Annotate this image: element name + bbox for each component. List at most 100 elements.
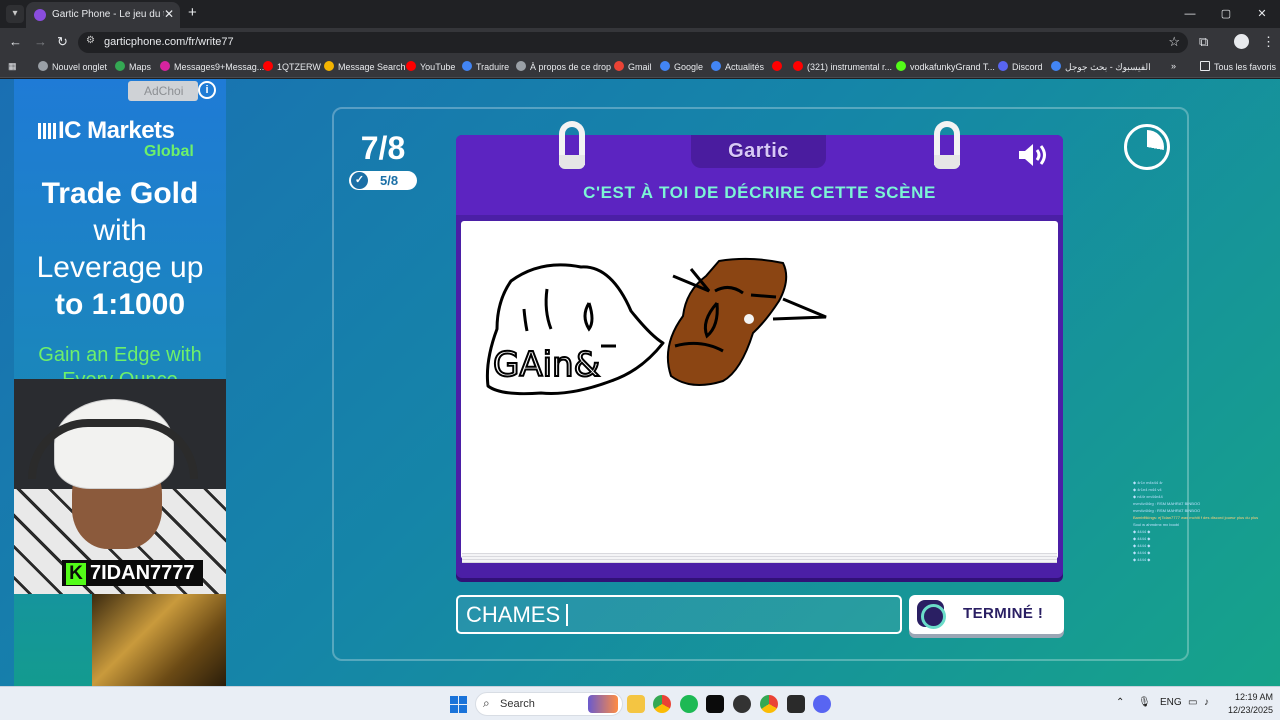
url-text[interactable]: garticphone.com/fr/write77 — [104, 36, 234, 48]
ad-brand-sub: Global — [144, 143, 194, 160]
taskbar-clock[interactable]: 12:19 AM 12/23/2025 — [1223, 691, 1273, 717]
gartic-logo: Gartic — [691, 135, 826, 168]
tray-overflow-icon[interactable]: ⌃ — [1116, 697, 1124, 708]
description-input-box[interactable] — [456, 595, 902, 634]
discord-icon[interactable] — [813, 695, 831, 713]
restore-button[interactable]: ▢ — [1208, 0, 1244, 28]
chat-line: ◆ 4r1v m4x44 4r — [1133, 480, 1163, 485]
bookmark-item[interactable] — [772, 61, 786, 72]
players-done-count: 5/8 — [380, 173, 399, 188]
bookmark-item[interactable]: الفيسبوك - بحث جوجل — [1051, 61, 1151, 73]
chat-line: ◆ 4444 ◆ — [1133, 543, 1151, 548]
bookmark-item[interactable]: Maps — [115, 61, 151, 72]
chat-line: nvm4v4l4rg : RSM MAHRAT BINBOO — [1133, 508, 1201, 513]
minimize-button[interactable]: — — [1172, 0, 1208, 28]
bookmark-item[interactable]: Messages9+Messag... — [160, 61, 264, 72]
bookmark-favicon-icon — [660, 61, 670, 71]
chat-line: nvm4v4l4rg : RSM MAHRAT BINBOO — [1133, 501, 1201, 506]
browser-tab-bar: ▾ Gartic Phone - Le jeu du télépho... ✕ … — [0, 0, 1280, 28]
bookmark-item[interactable]: Actualités — [711, 61, 764, 72]
kick-logo-icon: K — [66, 563, 86, 585]
all-favorites-folder[interactable]: Tous les favoris — [1200, 61, 1276, 72]
language-indicator[interactable]: ENG — [1160, 697, 1182, 708]
drawing-image: GAin& — [485, 257, 827, 396]
browser-toolbar: ← → ↻ ⚙ garticphone.com/fr/write77 ☆ ⧉ ⋮ — [0, 28, 1280, 56]
forward-button[interactable]: → — [34, 34, 47, 49]
binder-ring-icon — [934, 121, 960, 169]
bookmark-favicon-icon — [998, 61, 1008, 71]
browser-tab-gartic[interactable]: Gartic Phone - Le jeu du télépho... ✕ — [26, 2, 180, 28]
network-icon[interactable]: ▭ — [1188, 697, 1197, 708]
description-input[interactable] — [466, 601, 886, 629]
windows-start-icon[interactable] — [450, 696, 467, 713]
window-controls: — ▢ ✕ — [1172, 0, 1280, 28]
round-counter: 7/8 — [360, 130, 406, 166]
new-tab-button[interactable]: + — [188, 4, 197, 21]
close-window-button[interactable]: ✕ — [1244, 0, 1280, 28]
chat-line: ◆ 4444 ◆ — [1133, 550, 1151, 555]
bookmark-item[interactable]: Google — [660, 61, 703, 72]
bookmark-star-icon[interactable]: ☆ — [1168, 34, 1180, 50]
ad-brand-logo: IC Markets — [38, 117, 175, 145]
bookmark-item[interactable]: Traduire — [462, 61, 509, 72]
bookmark-favicon-icon — [793, 61, 803, 71]
address-bar[interactable]: ⚙ garticphone.com/fr/write77 ☆ — [78, 32, 1188, 53]
profile-avatar[interactable] — [1234, 34, 1249, 49]
speaker-icon[interactable] — [1017, 142, 1051, 168]
bookmark-favicon-icon — [1051, 61, 1061, 71]
bookmark-item[interactable]: (321) instrumental r... — [793, 61, 892, 72]
spotify-icon[interactable] — [680, 695, 698, 713]
done-button[interactable]: TERMINÉ ! — [909, 595, 1064, 634]
tab-close-icon[interactable]: ✕ — [164, 7, 174, 21]
folder-icon — [1200, 61, 1210, 71]
ad-info-icon[interactable]: i — [198, 81, 216, 99]
kick-icon[interactable] — [706, 695, 724, 713]
gartic-favicon-icon — [34, 9, 46, 21]
bookmark-item[interactable]: À propos de ce drop — [516, 61, 611, 72]
bookmark-item[interactable]: Nouvel onglet — [38, 61, 107, 72]
search-icon: ⌕ — [483, 696, 490, 710]
epic-games-icon[interactable] — [787, 695, 805, 713]
browser-menu-icon[interactable]: ⋮ — [1262, 34, 1275, 50]
webcam-headphones — [28, 419, 198, 479]
svg-text:GAin&: GAin& — [493, 345, 600, 385]
bookmark-favicon-icon — [516, 61, 526, 71]
site-info-icon[interactable]: ⚙ — [86, 35, 95, 46]
bookmarks-bar: ▦ Nouvel onglet Maps Messages9+Messag...… — [0, 56, 1280, 78]
tab-search-chevron-icon[interactable]: ▾ — [6, 5, 24, 23]
widget-game-icon[interactable] — [588, 695, 618, 713]
check-circle-icon: ✓ — [351, 172, 368, 189]
chrome-icon[interactable] — [653, 695, 671, 713]
chrome-active-icon[interactable] — [760, 695, 778, 713]
players-done-badge: ✓ 5/8 — [349, 171, 417, 190]
ad-menu-icon[interactable]: ⋮ — [220, 81, 226, 99]
extensions-icon[interactable]: ⧉ — [1199, 34, 1208, 50]
drawing-canvas: GAin& — [461, 221, 1058, 559]
card-instruction: C'EST À TOI DE DÉCRIRE CETTE SCÈNE — [583, 183, 936, 202]
advertisement[interactable]: AdChoi i ⋮ IC Markets Global Trade Gold … — [14, 79, 226, 686]
chat-line: ◆ 4444 ◆ — [1133, 536, 1151, 541]
text-caret — [566, 604, 568, 626]
file-explorer-icon[interactable] — [627, 695, 645, 713]
bookmark-favicon-icon — [462, 61, 472, 71]
gartic-page: AdChoi i ⋮ IC Markets Global Trade Gold … — [0, 79, 1280, 686]
bookmark-item[interactable]: YouTube — [406, 61, 455, 72]
bookmark-item[interactable]: Message Search — [324, 61, 406, 72]
scene-card: Gartic C'EST À TOI DE DÉCRIRE CETTE SCÈN… — [456, 121, 1063, 578]
apps-grid-icon[interactable]: ▦ — [8, 61, 17, 72]
reload-button[interactable]: ↻ — [57, 34, 68, 50]
volume-icon[interactable]: ♪ — [1204, 697, 1209, 708]
ad-headline: Trade Gold with Leverage up to 1:1000 — [36, 177, 204, 321]
bookmark-item[interactable]: vodkafunkyGrand T... — [896, 61, 995, 72]
back-button[interactable]: ← — [9, 34, 22, 49]
microphone-icon[interactable]: 🎙 — [1138, 697, 1151, 708]
obs-icon[interactable] — [733, 695, 751, 713]
timer-icon — [1124, 124, 1170, 170]
bookmark-item[interactable]: Gmail — [614, 61, 652, 72]
bookmark-item[interactable]: 1QTZERW — [263, 61, 321, 72]
bookmarks-overflow-button[interactable]: » — [1171, 61, 1176, 71]
adchoices-label[interactable]: AdChoi — [128, 81, 198, 101]
bookmark-favicon-icon — [711, 61, 721, 71]
bookmark-item[interactable]: Discord — [998, 61, 1043, 72]
bookmark-favicon-icon — [324, 61, 334, 71]
